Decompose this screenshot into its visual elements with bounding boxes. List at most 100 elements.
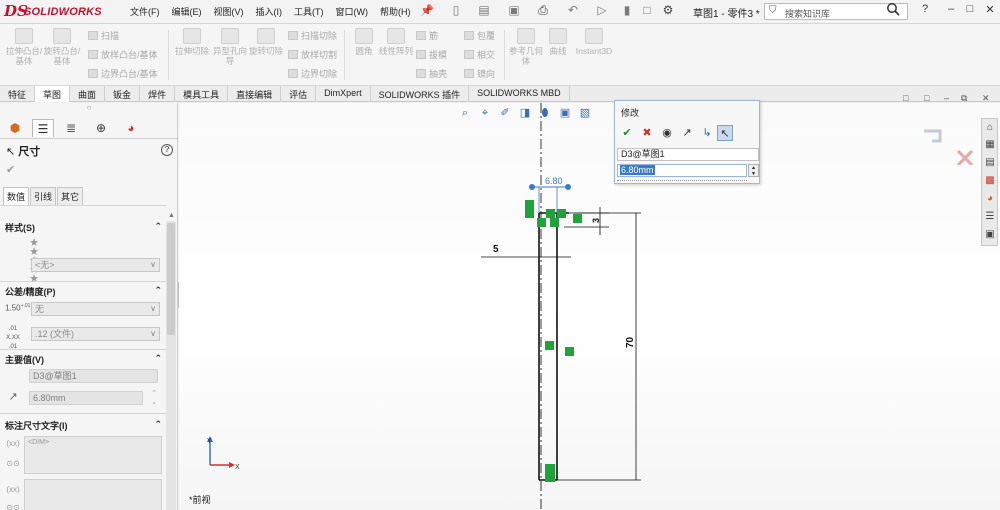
display-manager-tab[interactable]: ◕ bbox=[120, 119, 142, 137]
tolerance-section-header[interactable]: 公差/精度(P) ⌃ bbox=[0, 285, 166, 299]
search-icon[interactable] bbox=[886, 2, 900, 16]
revolved-cut-button[interactable]: 旋转切除 bbox=[246, 28, 286, 56]
tab-dimxpert[interactable]: DimXpert bbox=[316, 86, 371, 102]
thumbwheel[interactable] bbox=[617, 176, 747, 181]
modify-value-spinner[interactable]: ▲ ▼ bbox=[748, 164, 759, 177]
loft-button[interactable]: 放样凸台/基体 bbox=[88, 48, 158, 61]
menu-view[interactable]: 视图(V) bbox=[214, 5, 244, 19]
new-document-icon[interactable]: ▯ bbox=[446, 3, 466, 21]
tab-sheet-metal[interactable]: 钣金 bbox=[105, 86, 141, 102]
draft-button[interactable]: 拔模 bbox=[416, 48, 447, 61]
cancel-x-icon[interactable]: ✖ bbox=[639, 125, 655, 141]
collapse-chevron-icon[interactable]: ⌃ bbox=[154, 353, 162, 364]
doc-restore-button[interactable]: ⧉ bbox=[961, 93, 967, 104]
view-palette-icon[interactable]: ▩ bbox=[983, 174, 997, 188]
tab-leaders[interactable]: 引线 bbox=[30, 187, 57, 205]
open-document-icon[interactable]: ▤ bbox=[474, 3, 494, 21]
home-icon[interactable]: ⌂ bbox=[983, 121, 997, 135]
rib-button[interactable]: 筋 bbox=[416, 29, 438, 42]
extruded-cut-button[interactable]: 拉伸切除 bbox=[172, 28, 212, 56]
help-menu-icon[interactable]: ? bbox=[917, 3, 933, 15]
tab-features[interactable]: 特征 bbox=[0, 86, 36, 102]
menu-tools[interactable]: 工具(T) bbox=[294, 5, 324, 19]
lofted-cut-button[interactable]: 放样切割 bbox=[288, 48, 337, 61]
dimension-text-area-lower[interactable] bbox=[24, 479, 162, 510]
reset-spin-icon[interactable]: ↗ bbox=[679, 125, 695, 141]
help-icon[interactable]: ? bbox=[161, 144, 173, 156]
ok-check-icon[interactable]: ✔ bbox=[6, 163, 15, 176]
print-icon[interactable]: ⎙ bbox=[533, 3, 553, 21]
dynamic-annotation-icon[interactable]: ⬮ bbox=[537, 105, 553, 121]
linear-pattern-button[interactable]: 线性阵列 bbox=[376, 28, 416, 56]
dimension-text-area[interactable]: <DIM> bbox=[24, 436, 162, 474]
dimension-text-parentheses-icon[interactable]: (xx) bbox=[5, 485, 21, 494]
file-explorer-icon[interactable]: ▤ bbox=[983, 156, 997, 170]
tab-value[interactable]: 数值 bbox=[3, 187, 30, 205]
precision-dropdown[interactable]: .12 (文件) ∨ bbox=[31, 327, 160, 341]
tab-surfaces[interactable]: 曲面 bbox=[70, 86, 106, 102]
file-properties-icon[interactable]: □ bbox=[637, 3, 657, 21]
confirmation-corner[interactable] bbox=[920, 125, 976, 165]
display-style-icon[interactable]: ▧ bbox=[577, 105, 593, 121]
dimension-text-inspection-icon[interactable]: ⊙⊙ bbox=[5, 503, 21, 510]
tab-weldments[interactable]: 焊件 bbox=[140, 86, 176, 102]
mark-dimension-icon[interactable]: ↖ bbox=[717, 125, 733, 141]
wrap-button[interactable]: 包覆 bbox=[464, 29, 495, 42]
dimension-text-inspection-icon[interactable]: ⊙⊙ bbox=[5, 459, 21, 468]
revolved-boss-button[interactable]: 旋转凸台/基体 bbox=[42, 28, 82, 66]
style-dropdown[interactable]: <无> ∨ bbox=[31, 258, 160, 272]
mirror-button[interactable]: 镜向 bbox=[464, 67, 495, 80]
dimxpert-manager-tab[interactable]: ⊕ bbox=[90, 119, 112, 137]
menu-help[interactable]: 帮助(H) bbox=[380, 5, 411, 19]
ok-check-icon[interactable]: ✔ bbox=[619, 125, 635, 141]
configuration-manager-tab[interactable]: ≣ bbox=[60, 119, 82, 137]
hole-wizard-button[interactable]: 异型孔向导 bbox=[210, 28, 250, 66]
options-gear-icon[interactable]: ⚙ bbox=[658, 3, 678, 21]
zoom-to-fit-icon[interactable]: ⌕ bbox=[457, 105, 473, 121]
rebuild-icon[interactable]: ▮ bbox=[617, 3, 637, 21]
doc-minimize-button[interactable]: – bbox=[944, 93, 949, 103]
design-library-icon[interactable]: ▦ bbox=[983, 138, 997, 152]
extruded-boss-button[interactable]: 拉伸凸台/基体 bbox=[4, 28, 44, 66]
instant3d-button[interactable]: Instant3D bbox=[572, 28, 616, 56]
value-spinner-icon[interactable]: ⌃ ⌄ bbox=[146, 389, 162, 407]
close-window-button[interactable]: ✕ bbox=[982, 3, 998, 16]
panel-grip-handle[interactable]: ○ bbox=[0, 103, 177, 115]
collapse-chevron-icon[interactable]: ⌃ bbox=[154, 221, 162, 232]
tab-evaluate[interactable]: 评估 bbox=[281, 86, 317, 102]
graphics-area[interactable]: 6.80 5 3 70 Y X *前视 bbox=[179, 103, 1000, 510]
collapse-chevron-icon[interactable]: ⌃ bbox=[154, 419, 162, 430]
appearances-icon[interactable]: ◕ bbox=[983, 192, 997, 206]
menu-window[interactable]: 窗口(W) bbox=[336, 5, 369, 19]
shell-button[interactable]: 抽壳 bbox=[416, 67, 447, 80]
minimize-window-button[interactable]: – bbox=[943, 3, 959, 15]
swept-cut-button[interactable]: 扫描切除 bbox=[288, 29, 337, 42]
primary-value-section-header[interactable]: 主要值(V) ⌃ bbox=[0, 353, 166, 367]
tab-mold-tools[interactable]: 模具工具 bbox=[175, 86, 229, 102]
tile-icon[interactable]: □ bbox=[924, 93, 929, 103]
primary-dimension-name-field[interactable]: D3@草图1 bbox=[29, 369, 158, 383]
property-manager-tab[interactable]: ☰ bbox=[32, 119, 54, 137]
menu-insert[interactable]: 插入(I) bbox=[256, 5, 283, 19]
tab-solidworks-addins[interactable]: SOLIDWORKS 插件 bbox=[371, 86, 470, 102]
menu-file[interactable]: 文件(F) bbox=[130, 5, 160, 19]
feature-manager-tab[interactable]: ⬢ bbox=[4, 119, 26, 137]
tab-other[interactable]: 其它 bbox=[57, 187, 84, 205]
view-orientation-icon[interactable]: ▣ bbox=[557, 105, 573, 121]
intersect-button[interactable]: 相交 bbox=[464, 48, 495, 61]
collapse-chevron-icon[interactable]: ⌃ bbox=[154, 285, 162, 296]
sweep-button[interactable]: 扫描 bbox=[88, 29, 119, 42]
doc-close-button[interactable]: ✕ bbox=[982, 93, 990, 104]
primary-value-field[interactable]: 6.80mm bbox=[29, 391, 143, 405]
forum-icon[interactable]: ▣ bbox=[983, 228, 997, 242]
boundary-boss-button[interactable]: 边界凸台/基体 bbox=[88, 67, 158, 80]
scroll-up-icon[interactable]: ▲ bbox=[168, 212, 175, 219]
solidworks-logo[interactable]: DS SOLIDWORKS bbox=[4, 2, 112, 21]
boundary-cut-button[interactable]: 边界切除 bbox=[288, 67, 337, 80]
menu-edit[interactable]: 编辑(E) bbox=[172, 5, 202, 19]
pin-icon[interactable]: 📌 bbox=[420, 4, 434, 17]
zoom-to-area-icon[interactable]: ⌖ bbox=[477, 105, 493, 121]
dimension-text-section-header[interactable]: 标注尺寸文字(I) ⌃ bbox=[0, 419, 166, 433]
save-icon[interactable]: ▣ bbox=[504, 3, 524, 21]
tile-icon[interactable]: □ bbox=[903, 93, 908, 103]
